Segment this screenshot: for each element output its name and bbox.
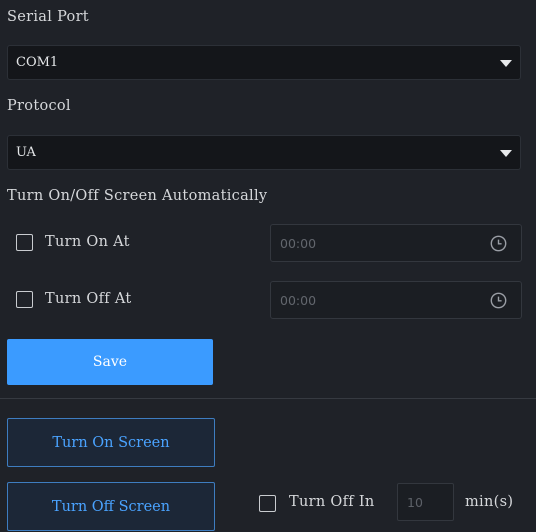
turn-on-at-checkbox[interactable]	[16, 234, 33, 251]
turn-off-in-checkbox[interactable]	[259, 495, 276, 512]
turn-off-minutes-input[interactable]: 10	[397, 483, 454, 521]
turn-on-time-placeholder: 00:00	[280, 236, 317, 251]
serial-port-value: COM1	[16, 55, 59, 70]
turn-off-at-checkbox[interactable]	[16, 291, 33, 308]
protocol-select[interactable]: UA	[7, 135, 521, 170]
minutes-unit-label: min(s)	[465, 494, 514, 510]
turn-on-at-label: Turn On At	[45, 234, 130, 250]
clock-icon[interactable]	[490, 292, 507, 309]
turn-off-at-label: Turn Off At	[45, 291, 132, 307]
chevron-down-icon	[500, 60, 512, 67]
turn-on-time-input[interactable]: 00:00	[270, 224, 522, 262]
serial-port-select[interactable]: COM1	[7, 45, 521, 80]
save-button[interactable]: Save	[7, 339, 213, 385]
turn-off-time-input[interactable]: 00:00	[270, 281, 522, 319]
protocol-value: UA	[16, 145, 36, 160]
turn-off-screen-button[interactable]: Turn Off Screen	[7, 482, 215, 531]
clock-icon[interactable]	[490, 235, 507, 252]
turn-off-minutes-placeholder: 10	[407, 495, 423, 510]
turn-on-screen-button[interactable]: Turn On Screen	[7, 418, 215, 467]
section-divider	[0, 398, 536, 399]
chevron-down-icon	[500, 150, 512, 157]
serial-port-label: Serial Port	[7, 9, 89, 25]
turn-off-time-placeholder: 00:00	[280, 293, 317, 308]
protocol-label: Protocol	[7, 98, 71, 114]
turn-off-in-label: Turn Off In	[289, 494, 375, 510]
auto-screen-heading: Turn On/Off Screen Automatically	[7, 188, 268, 204]
